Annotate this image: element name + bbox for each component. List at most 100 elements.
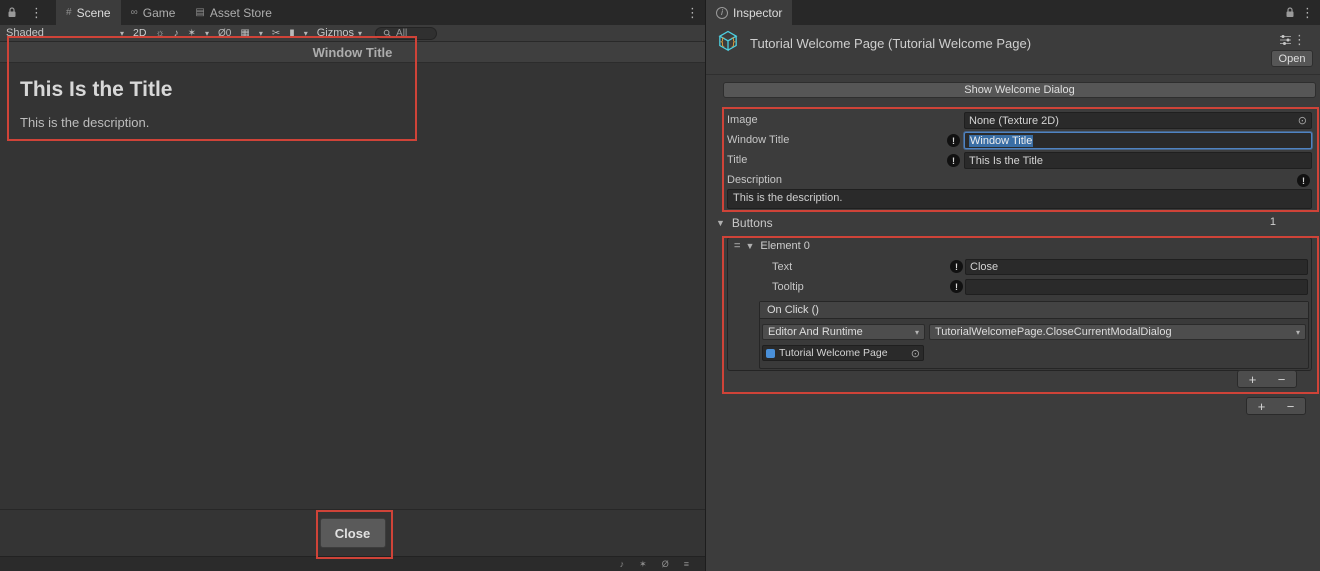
lock-icon[interactable]	[7, 7, 17, 18]
image-object-field[interactable]: None (Texture 2D) ⊙	[964, 112, 1312, 129]
inspector-tabbar: i Inspector ⋮	[706, 0, 1320, 25]
remove-event-button[interactable]: −	[1267, 371, 1296, 387]
warning-icon: !	[1297, 174, 1310, 187]
tab-asset-store-label: Asset Store	[210, 6, 272, 20]
title-label: Title	[727, 152, 747, 169]
status-menu-icon[interactable]: ≡	[684, 559, 689, 569]
pane-menu-icon[interactable]: ⋮	[24, 5, 49, 21]
script-icon	[766, 349, 775, 358]
title-input[interactable]: This Is the Title	[964, 152, 1312, 169]
buttons-foldout[interactable]: ▼ Buttons	[706, 214, 1320, 231]
status-effects-icon[interactable]: ✶	[639, 559, 647, 570]
unity-editor-window: ⋮ # Scene ∞ Game ▤ Asset Store ⋮ Shaded …	[0, 0, 1320, 571]
tooltip-input[interactable]	[965, 279, 1308, 295]
lighting-icon[interactable]: ☼	[155, 28, 164, 39]
camera-icon[interactable]: ▮	[289, 28, 295, 39]
image-row: Image None (Texture 2D) ⊙	[706, 112, 1320, 129]
title-value: This Is the Title	[969, 155, 1043, 167]
tab-scene[interactable]: # Scene	[56, 0, 121, 25]
effects-icon[interactable]: ✶	[188, 28, 196, 39]
chevron-down-icon: ▾	[911, 328, 919, 337]
visibility-icon[interactable]: Ø0	[218, 28, 231, 39]
tabbar-spacer	[792, 0, 1285, 25]
shading-mode-dropdown[interactable]: Shaded ▾	[6, 27, 124, 39]
gizmos-label: Gizmos	[317, 27, 354, 39]
chevron-down-icon: ▾	[358, 29, 362, 38]
show-welcome-dialog-button[interactable]: Show Welcome Dialog	[723, 82, 1316, 98]
tabbar-spacer	[282, 0, 680, 25]
object-picker-icon[interactable]: ⊙	[1298, 114, 1307, 127]
tab-game[interactable]: ∞ Game	[121, 0, 186, 25]
tab-scene-label: Scene	[77, 6, 111, 20]
event-target-value: Tutorial Welcome Page	[779, 347, 888, 359]
scene-tabbar: ⋮ # Scene ∞ Game ▤ Asset Store ⋮	[0, 0, 705, 25]
scriptable-object-icon: { }	[714, 28, 742, 59]
cut-icon[interactable]: ✂	[272, 28, 280, 39]
buttons-array-controls: + −	[1246, 397, 1306, 415]
event-target-object-field[interactable]: Tutorial Welcome Page ⊙	[762, 345, 924, 361]
foldout-arrow-icon: ▼	[716, 218, 725, 228]
gizmos-dropdown[interactable]: Gizmos ▾	[317, 27, 362, 39]
dialog-window-title: Window Title	[313, 45, 393, 60]
scene-search-input[interactable]: All	[375, 27, 437, 40]
tab-inspector[interactable]: i Inspector	[706, 0, 792, 25]
text-value: Close	[970, 261, 998, 273]
camera-chevron-icon[interactable]: ▾	[304, 29, 308, 38]
svg-text:{ }: { }	[720, 37, 737, 48]
tab-game-label: Game	[143, 6, 176, 20]
warning-icon: !	[947, 134, 960, 147]
audio-icon[interactable]: ♪	[174, 28, 179, 39]
inspector-info-icon: i	[716, 7, 728, 19]
asset-store-icon: ▤	[195, 7, 204, 18]
close-button[interactable]: Close	[320, 518, 386, 548]
window-title-input[interactable]: Window Title	[964, 132, 1312, 149]
grid-chevron-icon[interactable]: ▾	[259, 29, 263, 38]
dialog-titlebar: Window Title	[0, 42, 705, 63]
window-title-label: Window Title	[727, 132, 789, 149]
open-button[interactable]: Open	[1271, 50, 1313, 67]
on-click-header: On Click ()	[760, 302, 1308, 319]
2d-toggle[interactable]: 2D	[133, 27, 146, 39]
status-overlay-icon[interactable]: Ø	[662, 559, 669, 569]
description-row: Description !	[706, 172, 1320, 189]
event-mode-value: Editor And Runtime	[768, 326, 863, 338]
drag-handle-icon[interactable]: =	[734, 240, 739, 252]
description-input[interactable]: This is the description.	[727, 189, 1312, 209]
text-input[interactable]: Close	[965, 259, 1308, 275]
add-event-button[interactable]: +	[1238, 371, 1267, 387]
scene-viewport[interactable]: Window Title This Is the Title This is t…	[0, 42, 705, 556]
window-title-value: Window Title	[969, 135, 1033, 147]
scene-pane: ⋮ # Scene ∞ Game ▤ Asset Store ⋮ Shaded …	[0, 0, 705, 571]
status-audio-icon[interactable]: ♪	[620, 559, 625, 569]
title-row: Title ! This Is the Title	[706, 152, 1320, 169]
scene-statusbar: ♪ ✶ Ø ≡	[0, 556, 705, 571]
remove-element-button[interactable]: −	[1276, 398, 1305, 414]
component-menu-icon[interactable]: ⋮	[1287, 32, 1312, 48]
search-value: All	[396, 28, 407, 39]
object-picker-icon[interactable]: ⊙	[911, 347, 920, 360]
inspector-lock-icon[interactable]	[1285, 0, 1295, 25]
chevron-down-icon: ▾	[1292, 328, 1300, 337]
event-list-controls: + −	[1237, 370, 1297, 388]
scene-menu-icon[interactable]: ⋮	[680, 0, 705, 25]
pane-corner-controls: ⋮	[0, 0, 56, 25]
warning-icon: !	[947, 154, 960, 167]
game-controller-icon: ∞	[131, 7, 138, 18]
event-function-dropdown[interactable]: TutorialWelcomePage.CloseCurrentModalDia…	[929, 324, 1306, 340]
tab-asset-store[interactable]: ▤ Asset Store	[185, 0, 281, 25]
scene-toolbar: Shaded ▾ 2D ☼ ♪ ✶ ▾ Ø0 ▦ ▾ ✂ ▮ ▾ Gizmos …	[0, 25, 705, 42]
chevron-down-icon: ▾	[120, 29, 124, 38]
inspector-pane: i Inspector ⋮ { } Tutorial Welcome Page …	[705, 0, 1320, 571]
effects-chevron-icon[interactable]: ▾	[205, 29, 209, 38]
buttons-array-size[interactable]: 1	[1270, 214, 1276, 231]
warning-icon: !	[950, 260, 963, 273]
inspector-menu-icon[interactable]: ⋮	[1295, 0, 1320, 25]
description-label: Description	[727, 172, 782, 189]
on-click-event-box: On Click () Editor And Runtime ▾ Tutoria…	[759, 301, 1309, 369]
event-mode-dropdown[interactable]: Editor And Runtime ▾	[762, 324, 925, 340]
grid-icon[interactable]: ▦	[240, 28, 249, 39]
add-element-button[interactable]: +	[1247, 398, 1276, 414]
inspector-body: { } Tutorial Welcome Page (Tutorial Welc…	[706, 25, 1320, 571]
element-0-header[interactable]: = ▼ Element 0	[734, 240, 810, 252]
tooltip-row: Tooltip !	[728, 279, 1311, 295]
